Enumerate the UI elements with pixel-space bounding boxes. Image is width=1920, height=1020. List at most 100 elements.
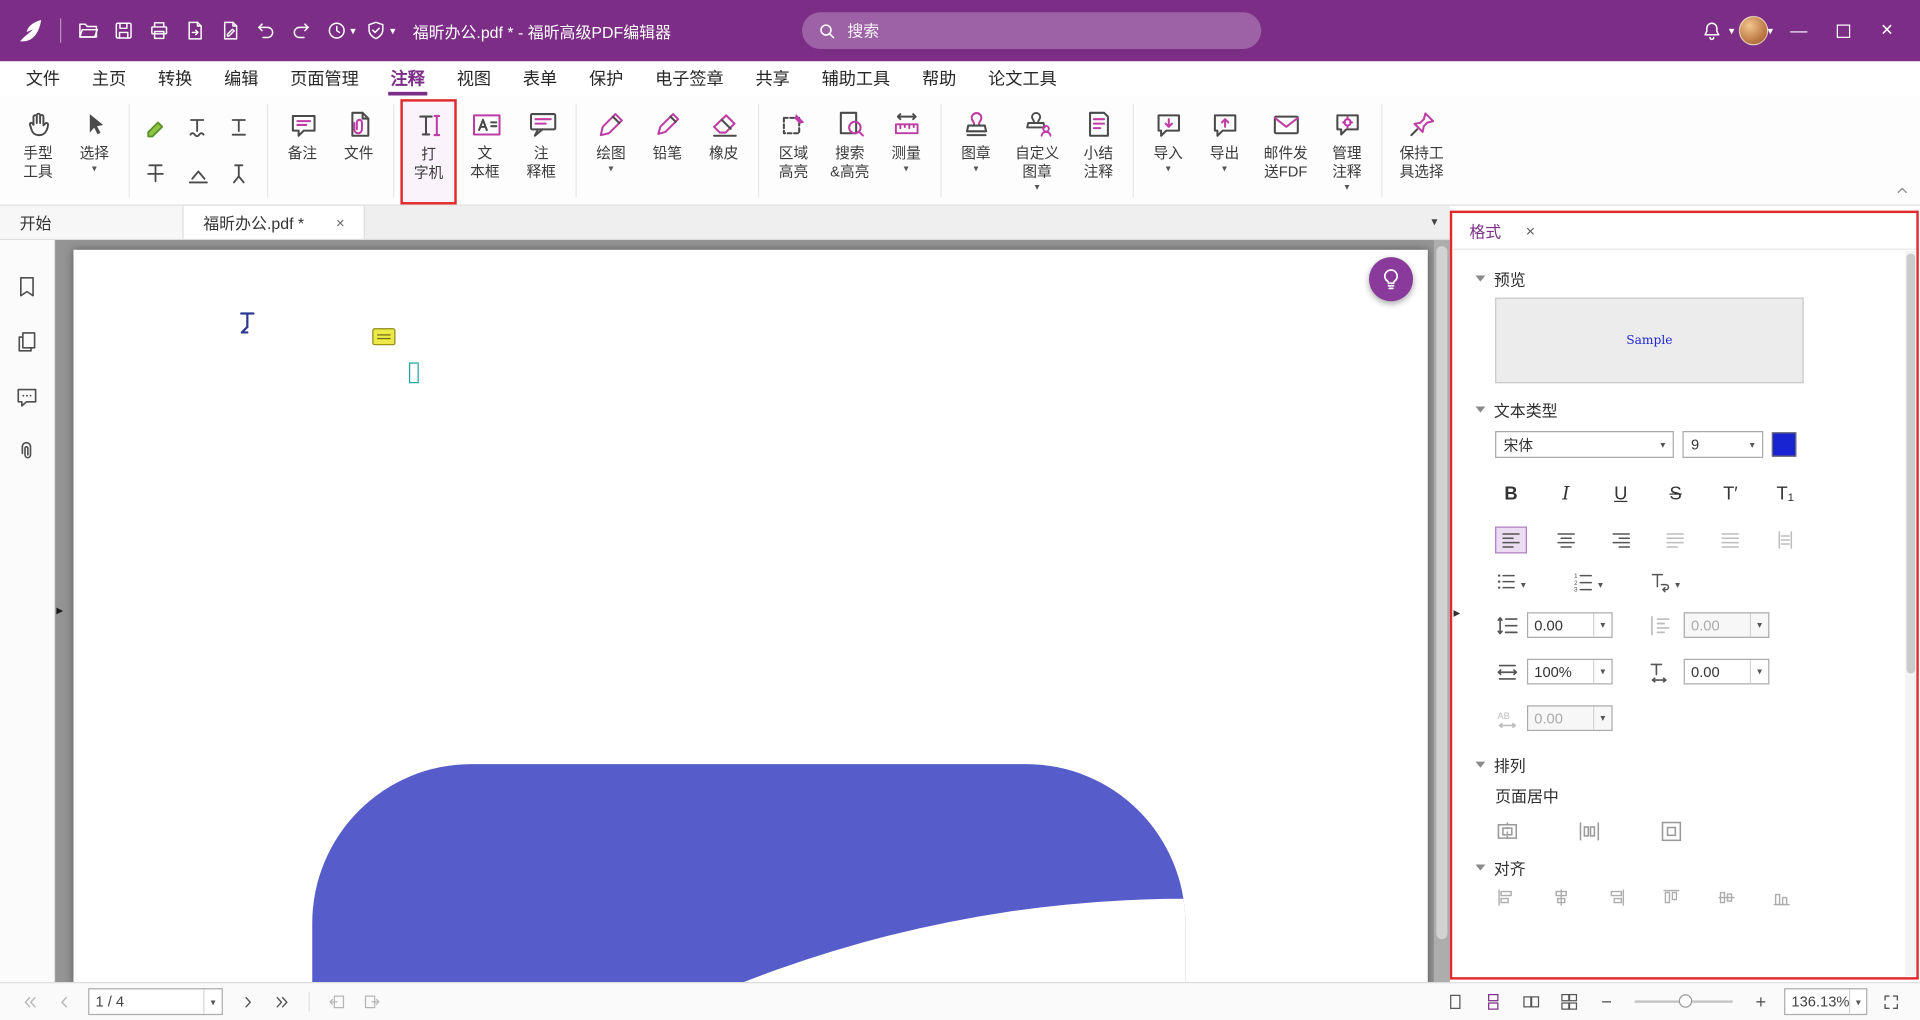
- tool-typewriter[interactable]: 打 字机: [400, 99, 456, 204]
- font-size-select[interactable]: 9 ▾: [1682, 431, 1763, 458]
- pdf-page[interactable]: [73, 250, 1427, 982]
- align-center-button[interactable]: [1550, 527, 1582, 554]
- bookmarks-panel-button[interactable]: [15, 274, 39, 298]
- tool-hand[interactable]: 手型 工具: [10, 100, 66, 203]
- tool-measure[interactable]: 测量▾: [878, 100, 934, 203]
- user-avatar[interactable]: [1739, 16, 1768, 45]
- ribbon-collapse-button[interactable]: [1894, 182, 1910, 198]
- tool-eraser[interactable]: 橡皮: [696, 100, 752, 203]
- page-number-input[interactable]: 1 / 4 ▾: [88, 988, 223, 1015]
- font-family-select[interactable]: 宋体 ▾: [1495, 431, 1674, 458]
- minimize-button[interactable]: —: [1778, 11, 1820, 50]
- char-spacing-field[interactable]: 0.00▾: [1684, 659, 1770, 685]
- fit-screen-button[interactable]: [1876, 988, 1905, 1015]
- account-dropdown-caret[interactable]: ▾: [1768, 24, 1774, 37]
- tab-close-icon[interactable]: ×: [336, 214, 345, 231]
- align-objects-top-button[interactable]: [1660, 887, 1682, 909]
- menu-tab-protect[interactable]: 保护: [573, 61, 639, 95]
- dropdown-caret[interactable]: ▾: [1593, 660, 1611, 683]
- menu-tab-view[interactable]: 视图: [441, 61, 507, 95]
- facing-view-button[interactable]: [1516, 988, 1545, 1015]
- dropdown-caret[interactable]: ▾: [1742, 432, 1762, 456]
- center-in-page-button[interactable]: [1659, 819, 1683, 843]
- menu-tab-file[interactable]: 文件: [10, 61, 76, 95]
- align-objects-center-button[interactable]: [1550, 887, 1572, 909]
- dropdown-caret[interactable]: ▾: [1521, 580, 1526, 590]
- align-objects-bottom-button[interactable]: [1771, 887, 1793, 909]
- protect-button[interactable]: [358, 12, 394, 49]
- align-right-button[interactable]: [1605, 527, 1637, 554]
- dropdown-caret[interactable]: ▾: [1849, 989, 1866, 1013]
- subscript-button[interactable]: T₁: [1769, 478, 1801, 510]
- justify-button[interactable]: [1660, 527, 1692, 554]
- first-page-button[interactable]: [15, 988, 44, 1015]
- dropdown-caret[interactable]: ▾: [203, 989, 221, 1013]
- char-offset-field[interactable]: 0.00▾: [1527, 705, 1613, 731]
- italic-button[interactable]: I: [1550, 478, 1582, 510]
- tab-list-caret[interactable]: ▾: [1431, 216, 1449, 229]
- assistant-fab[interactable]: [1369, 257, 1413, 301]
- print-button[interactable]: [141, 12, 177, 49]
- squiggly-tool-icon[interactable]: [186, 115, 210, 139]
- zoom-in-button[interactable]: +: [1746, 988, 1775, 1015]
- menu-tab-edit[interactable]: 编辑: [208, 61, 274, 95]
- menu-tab-help[interactable]: 帮助: [906, 61, 972, 95]
- menu-tab-home[interactable]: 主页: [76, 61, 142, 95]
- tool-export-comments[interactable]: 导出▾: [1196, 100, 1252, 203]
- panel-close-button[interactable]: ×: [1526, 222, 1535, 240]
- highlight-tool-icon[interactable]: [144, 115, 168, 139]
- tool-file-attachment[interactable]: 文件: [331, 100, 387, 203]
- previous-view-button[interactable]: [322, 988, 351, 1015]
- history-dropdown-caret[interactable]: ▾: [350, 24, 356, 37]
- dropdown-caret[interactable]: ▾: [1653, 432, 1673, 456]
- search-input[interactable]: [847, 21, 1245, 39]
- tool-drawing[interactable]: 绘图▾: [583, 100, 639, 203]
- tool-callout[interactable]: 注 释框: [513, 100, 569, 203]
- menu-tab-form[interactable]: 表单: [507, 61, 573, 95]
- next-page-button[interactable]: [233, 988, 262, 1015]
- center-horizontal-button[interactable]: [1495, 819, 1519, 843]
- tab-start[interactable]: 开始: [0, 206, 184, 239]
- maximize-button[interactable]: [1822, 11, 1864, 50]
- dropdown-caret[interactable]: ▾: [1166, 164, 1171, 174]
- word-spacing-field[interactable]: 0.00▾: [1684, 612, 1770, 638]
- save-button[interactable]: [105, 12, 141, 49]
- align-objects-middle-button[interactable]: [1716, 887, 1738, 909]
- sign-button[interactable]: [212, 12, 248, 49]
- single-page-view-button[interactable]: [1440, 988, 1469, 1015]
- dropdown-caret[interactable]: ▾: [1598, 580, 1603, 590]
- tool-select[interactable]: 选择▾: [66, 100, 122, 203]
- strikethrough-button[interactable]: S: [1660, 478, 1692, 510]
- menu-tab-accessibility[interactable]: 辅助工具: [806, 61, 906, 95]
- align-left-button[interactable]: [1495, 527, 1527, 554]
- continuous-view-button[interactable]: [1478, 988, 1507, 1015]
- arrange-section-header[interactable]: 排列: [1476, 753, 1917, 776]
- open-button[interactable]: [70, 12, 106, 49]
- strikeout-tool-icon[interactable]: [144, 162, 168, 186]
- tool-import-comments[interactable]: 导入▾: [1140, 100, 1196, 203]
- align-section-header[interactable]: 对齐: [1476, 856, 1917, 879]
- undo-button[interactable]: [247, 12, 283, 49]
- pages-panel-button[interactable]: [15, 329, 39, 353]
- canvas-vertical-scrollbar[interactable]: [1434, 240, 1450, 982]
- attachments-panel-button[interactable]: [15, 440, 39, 464]
- menu-tab-esign[interactable]: 电子签章: [639, 61, 739, 95]
- text-direction-button[interactable]: ▾: [1649, 571, 1680, 593]
- notification-bell-button[interactable]: [1695, 12, 1731, 49]
- zoom-slider-thumb[interactable]: [1679, 994, 1692, 1007]
- protect-dropdown-caret[interactable]: ▾: [390, 24, 396, 37]
- sidebar-expand-handle[interactable]: ▸: [56, 602, 63, 618]
- prev-page-button[interactable]: [49, 988, 78, 1015]
- align-objects-left-button[interactable]: [1495, 887, 1517, 909]
- preview-section-header[interactable]: 预览: [1476, 267, 1917, 290]
- typewriter-text-caret[interactable]: [409, 362, 419, 383]
- continuous-facing-view-button[interactable]: [1554, 988, 1583, 1015]
- tool-pencil[interactable]: 铅笔: [639, 100, 695, 203]
- dropdown-caret[interactable]: ▾: [1593, 613, 1611, 636]
- search-box[interactable]: [802, 12, 1261, 49]
- text-type-section-header[interactable]: 文本类型: [1476, 398, 1917, 421]
- insert-text-tool-icon[interactable]: [186, 162, 210, 186]
- menu-tab-share[interactable]: 共享: [740, 61, 806, 95]
- replace-text-tool-icon[interactable]: [228, 162, 252, 186]
- tool-textbox[interactable]: 文 本框: [457, 100, 513, 203]
